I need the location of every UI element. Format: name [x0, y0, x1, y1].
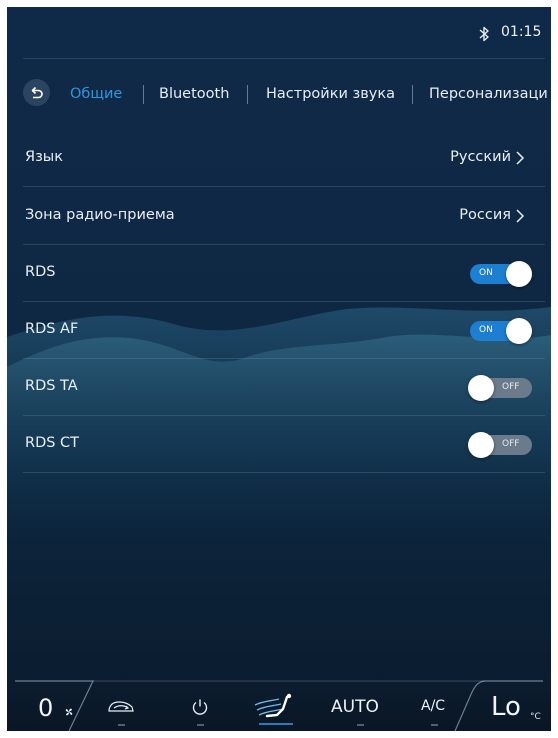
- setting-row-language[interactable]: Язык Русский: [7, 129, 551, 187]
- climate-bar: 0 AUTO A/C Lo °C: [7, 679, 551, 731]
- back-arrow-icon: [31, 86, 43, 99]
- recirculation-icon[interactable]: [106, 699, 136, 715]
- seat-airflow-icon[interactable]: [253, 693, 299, 727]
- status-divider: [23, 58, 545, 59]
- auto-button[interactable]: AUTO: [331, 697, 379, 717]
- tab-personalization[interactable]: Персонализаци: [429, 86, 548, 102]
- toggle-knob: [506, 318, 532, 344]
- temperature-value[interactable]: Lo: [491, 692, 521, 722]
- settings-screen: 01:15 Общие Bluetooth Настройки звука Пе…: [7, 7, 551, 731]
- tab-separator: [247, 85, 248, 104]
- toggle-state-label: ON: [479, 325, 493, 335]
- toggle-state-label: OFF: [502, 382, 520, 392]
- indicator-dash: [357, 724, 364, 726]
- chevron-right-icon: [516, 209, 525, 223]
- clock: 01:15: [501, 24, 542, 40]
- bluetooth-icon: [479, 26, 489, 42]
- ac-button[interactable]: A/C: [421, 698, 445, 714]
- toggle-knob: [506, 261, 532, 287]
- temperature-unit: °C: [530, 712, 541, 722]
- tab-sound-settings[interactable]: Настройки звука: [266, 86, 395, 102]
- rds-toggle[interactable]: ON: [468, 261, 532, 287]
- setting-row-rds-ta: RDS TA OFF: [7, 358, 551, 416]
- indicator-dash: [431, 724, 438, 726]
- indicator-dash: [197, 724, 204, 726]
- fan-icon: [65, 708, 73, 716]
- indicator-dash: [118, 724, 125, 726]
- status-bar: 01:15: [7, 7, 551, 59]
- setting-label: RDS: [25, 264, 56, 280]
- toggle-knob: [468, 375, 494, 401]
- setting-label: RDS CT: [25, 435, 80, 451]
- chevron-right-icon: [516, 151, 525, 165]
- rds-af-toggle[interactable]: ON: [468, 318, 532, 344]
- rds-ta-toggle[interactable]: OFF: [468, 375, 532, 401]
- toggle-state-label: ON: [479, 268, 493, 278]
- tab-separator: [412, 85, 413, 104]
- tab-general[interactable]: Общие: [70, 86, 122, 102]
- setting-value: Россия: [459, 207, 511, 223]
- setting-row-radio-zone[interactable]: Зона радио-приема Россия: [7, 187, 551, 245]
- tab-bluetooth[interactable]: Bluetooth: [159, 86, 229, 102]
- setting-row-rds-af: RDS AF ON: [7, 301, 551, 359]
- power-icon[interactable]: [191, 698, 209, 716]
- toggle-state-label: OFF: [502, 439, 520, 449]
- fan-speed-value[interactable]: 0: [38, 694, 53, 722]
- setting-row-rds-ct: RDS CT OFF: [7, 415, 551, 473]
- setting-row-rds: RDS ON: [7, 244, 551, 302]
- toggle-knob: [468, 432, 494, 458]
- tab-bar: Общие Bluetooth Настройки звука Персонал…: [7, 73, 551, 109]
- setting-label: RDS AF: [25, 321, 79, 337]
- setting-label: Язык: [25, 149, 63, 165]
- tab-separator: [143, 85, 144, 104]
- setting-value: Русский: [450, 149, 511, 165]
- setting-label: Зона радио-приема: [25, 207, 175, 223]
- row-divider: [23, 472, 545, 473]
- setting-label: RDS TA: [25, 378, 78, 394]
- back-button[interactable]: [23, 79, 50, 106]
- rds-ct-toggle[interactable]: OFF: [468, 432, 532, 458]
